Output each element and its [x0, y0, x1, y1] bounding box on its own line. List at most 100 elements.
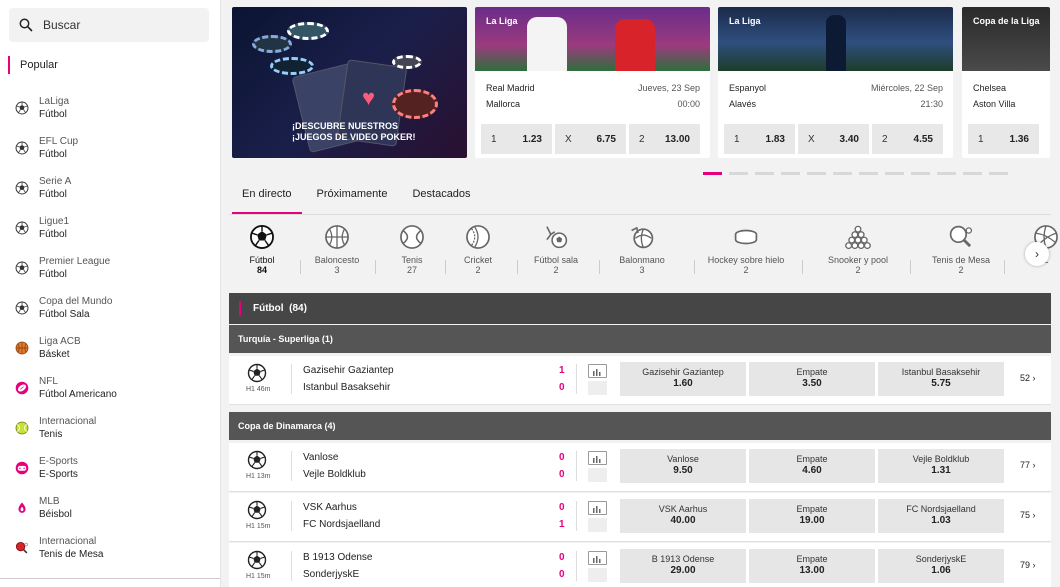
event-row[interactable]: H1 46m Gazisehir Gaziantep Istanbul Basa…: [229, 356, 1051, 405]
outcome-label: Empate: [796, 367, 828, 377]
stream-icon[interactable]: [588, 568, 607, 582]
stats-icon[interactable]: [588, 501, 607, 515]
search-box[interactable]: Buscar: [9, 8, 209, 42]
tab-proximamente[interactable]: Próximamente: [307, 186, 398, 214]
sidebar-item-ligue1-3[interactable]: Ligue1 Fútbol: [0, 208, 220, 248]
sidebar-item-nfl-7[interactable]: NFL Fútbol Americano: [0, 368, 220, 408]
basketball-icon: [15, 341, 29, 355]
competition-name: Internacional: [39, 416, 97, 427]
gamepad-icon: [15, 461, 29, 475]
carousel-dot[interactable]: [755, 172, 774, 175]
odd-button-1[interactable]: VSK Aarhus 40.00: [620, 499, 746, 533]
match-time: 21:30: [920, 99, 943, 109]
more-markets-link[interactable]: 77 ›: [1020, 460, 1036, 470]
sport-filter-hockey-sobre-hielo[interactable]: Hockey sobre hielo 2: [701, 222, 791, 275]
video-poker-banner[interactable]: ♥ ¡DESCUBRE NUESTROS ¡JUEGOS DE VIDEO PO…: [232, 7, 467, 158]
tab-en-directo[interactable]: En directo: [232, 186, 302, 214]
more-markets-link[interactable]: 79 ›: [1020, 560, 1036, 570]
odd-button-2[interactable]: 2 13.00: [629, 124, 700, 154]
stats-icon[interactable]: [588, 551, 607, 565]
sidebar-item-liga-acb-6[interactable]: Liga ACB Básket: [0, 328, 220, 368]
sport-name: Tenis: [39, 429, 63, 440]
carousel-dot[interactable]: [963, 172, 982, 175]
odd-button-x[interactable]: Empate 3.50: [749, 362, 875, 396]
stream-icon[interactable]: [588, 468, 607, 482]
odd-button-2[interactable]: Istanbul Basaksehir 5.75: [878, 362, 1004, 396]
snooker-icon: [813, 222, 903, 252]
popular-title: Popular: [8, 56, 58, 74]
stream-icon[interactable]: [588, 518, 607, 532]
sport-filter-balonmano[interactable]: Balonmano 3: [597, 222, 687, 275]
odd-value: 1.03: [931, 515, 951, 526]
sports-filter: Fútbol 84 Baloncesto 3 Tenis 27 Cricket …: [229, 222, 1058, 288]
carousel-dot[interactable]: [911, 172, 930, 175]
carousel-dot[interactable]: [885, 172, 904, 175]
sidebar-item-serie-a-2[interactable]: Serie A Fútbol: [0, 168, 220, 208]
odd-button-2[interactable]: SonderjyskE 1.06: [878, 549, 1004, 583]
carousel-dot[interactable]: [989, 172, 1008, 175]
home-team: Espanyol: [729, 83, 767, 93]
divider: [291, 551, 292, 581]
event-row[interactable]: H1 15m VSK Aarhus FC Nordsjaelland 0 1 V…: [229, 493, 1051, 542]
carousel-dot[interactable]: [729, 172, 748, 175]
competition-header[interactable]: Turquía - Superliga (1): [229, 325, 1051, 353]
odd-button-2[interactable]: FC Nordsjaelland 1.03: [878, 499, 1004, 533]
event-row[interactable]: H1 15m B 1913 Odense SonderjyskE 0 0 B 1…: [229, 543, 1051, 587]
match-clock: H1 15m: [246, 573, 271, 580]
odd-button-x[interactable]: X 3.40: [798, 124, 869, 154]
sport-name: Fútbol: [39, 109, 67, 120]
odd-button-x[interactable]: Empate 19.00: [749, 499, 875, 533]
odd-button-1[interactable]: 1 1.83: [724, 124, 795, 154]
odd-button-x[interactable]: X 6.75: [555, 124, 626, 154]
tab-destacados[interactable]: Destacados: [402, 186, 480, 214]
sport-filter-cricket[interactable]: Cricket 2: [433, 222, 523, 275]
featured-match-card[interactable]: La Liga Real Madrid Mallorca Jueves, 23 …: [475, 7, 710, 158]
chevron-right-icon: ›: [1032, 460, 1036, 470]
chevron-right-icon[interactable]: ›: [1025, 242, 1049, 266]
odd-button-x[interactable]: Empate 4.60: [749, 449, 875, 483]
odd-button-1[interactable]: Gazisehir Gaziantep 1.60: [620, 362, 746, 396]
stats-icon[interactable]: [588, 451, 607, 465]
sport-filter-snooker-y-pool[interactable]: Snooker y pool 2: [813, 222, 903, 275]
carousel-dot[interactable]: [703, 172, 722, 175]
odd-button-1[interactable]: Vanlose 9.50: [620, 449, 746, 483]
sidebar-item-copa-del-mundo-5[interactable]: Copa del Mundo Fútbol Sala: [0, 288, 220, 328]
odds-row: 1 1.23 X 6.75 2 13.00: [481, 124, 700, 154]
outcome-label: Vanlose: [667, 454, 699, 464]
carousel-dot[interactable]: [807, 172, 826, 175]
carousel-dot[interactable]: [937, 172, 956, 175]
odd-button-x[interactable]: Empate 13.00: [749, 549, 875, 583]
featured-match-card[interactable]: La Liga Espanyol Alavés Miércoles, 22 Se…: [718, 7, 953, 158]
sidebar-item-mlb-10[interactable]: MLB Béisbol: [0, 488, 220, 528]
featured-match-card[interactable]: Copa de la Liga Chelsea Aston Villa 1 1.3…: [962, 7, 1050, 158]
event-row[interactable]: H1 13m Vanlose Vejle Boldklub 0 0 Vanlos…: [229, 443, 1051, 492]
soccer-ball-icon: [247, 450, 267, 470]
sport-section-header: Fútbol (84): [229, 293, 1051, 324]
carousel-dot[interactable]: [833, 172, 852, 175]
odd-button-2[interactable]: Vejle Boldklub 1.31: [878, 449, 1004, 483]
odd-button-1[interactable]: B 1913 Odense 29.00: [620, 549, 746, 583]
stats-icon[interactable]: [588, 364, 607, 378]
odd-button-1[interactable]: 1 1.36: [968, 124, 1039, 154]
odd-button-2[interactable]: 2 4.55: [872, 124, 943, 154]
sidebar-item-internacional-8[interactable]: Internacional Tenis: [0, 408, 220, 448]
sidebar-item-e-sports-9[interactable]: E-Sports E-Sports: [0, 448, 220, 488]
match-clock: H1 13m: [246, 473, 271, 480]
competition-name: EFL Cup: [39, 136, 79, 147]
odd-button-1[interactable]: 1 1.23: [481, 124, 552, 154]
sidebar-item-efl-cup-1[interactable]: EFL Cup Fútbol: [0, 128, 220, 168]
competition-header[interactable]: Copa de Dinamarca (4): [229, 412, 1051, 440]
chip-image: [392, 89, 438, 119]
sport-filter-f-tbol-sala[interactable]: Fútbol sala 2: [511, 222, 601, 275]
carousel-dot[interactable]: [859, 172, 878, 175]
sidebar-item-internacional-11[interactable]: Internacional Tenis de Mesa: [0, 528, 220, 568]
carousel-dot[interactable]: [781, 172, 800, 175]
away-score: 1: [559, 519, 565, 530]
stream-icon[interactable]: [588, 381, 607, 395]
more-markets-link[interactable]: 75 ›: [1020, 510, 1036, 520]
sidebar-item-premier-league-4[interactable]: Premier League Fútbol: [0, 248, 220, 288]
sport-filter-tenis-de-mesa[interactable]: Tenis de Mesa 2: [916, 222, 1006, 275]
sidebar-item-laliga-0[interactable]: LaLiga Fútbol: [0, 88, 220, 128]
more-markets-link[interactable]: 52 ›: [1020, 373, 1036, 383]
odds-row: 1 1.36: [968, 124, 1039, 154]
